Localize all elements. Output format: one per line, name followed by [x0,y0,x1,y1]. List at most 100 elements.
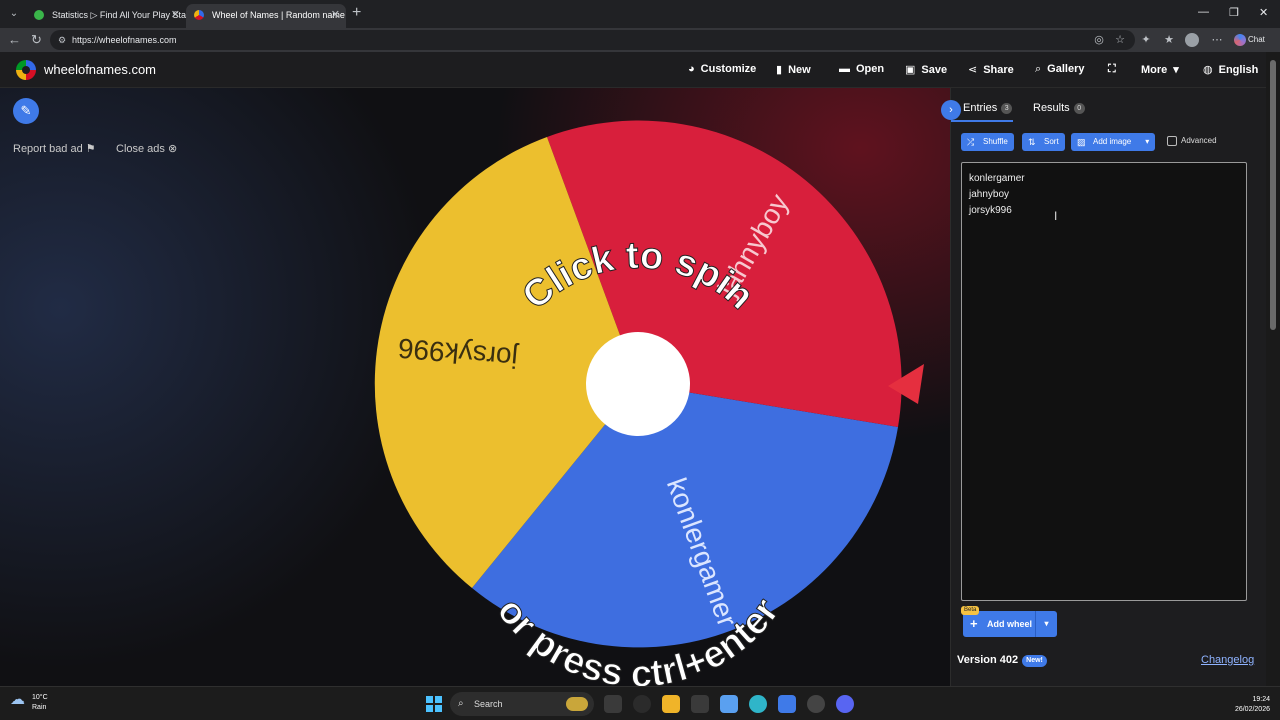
add-image-label: Add image [1093,137,1132,146]
entries-textarea[interactable]: konlergamer jahnyboy jorsyk996 Ι [961,162,1247,601]
tab-results[interactable]: Results 0 [1033,102,1085,114]
scrollbar-thumb[interactable] [1270,60,1276,330]
entries-panel: › Entries 3 Results 0 ⤮ Shuffle ⇅ Sort ▨ Add … [941,88,1266,686]
bookmark-star-icon[interactable]: ☆ [1113,33,1127,47]
save-button[interactable]: ▣ Save [905,63,947,76]
tab-title: Statistics ▷ Find All Your Play Stat [52,10,186,20]
settings-gear-icon[interactable] [807,695,825,713]
fullscreen-icon[interactable]: ⛶ [1108,63,1116,76]
report-bad-ad-link[interactable]: Report bad ad ⚑ [13,142,96,155]
language-button[interactable]: ◍ English [1203,63,1258,76]
menu-dots-icon[interactable]: ⋯ [1210,33,1224,47]
customize-label: Customize [700,63,757,75]
wheel-stage: konlergamer jahnyboy jorsyk996 Click to … [0,88,950,686]
add-wheel-button[interactable]: + Add wheel ▾ [963,611,1057,637]
add-image-button[interactable]: ▨ Add image ▾ [1071,133,1156,151]
copilot-chat-button[interactable]: Chat [1232,31,1276,49]
address-toolbar: ← ↻ ⚙ https://wheelofnames.com ◎ ☆ ✦ ★ ⋯… [0,28,1280,52]
browser-tab-wheel-of-names[interactable]: Wheel of Names | Random name p ✕ [186,4,346,28]
hide-icon[interactable]: ◎ [1092,33,1106,47]
windows-taskbar: ☁ 10°C Rain ⌕ Search 19:24 26/02/2026 [0,686,1280,720]
maximize-icon[interactable]: ❐ [1229,6,1239,19]
entry-line[interactable]: jahnyboy [969,187,1239,203]
language-label: English [1218,64,1259,76]
clock-time: 19:24 [1252,696,1270,703]
clock-date: 26/02/2026 [1234,706,1270,713]
close-tab-icon[interactable]: ✕ [171,4,180,26]
shuffle-button[interactable]: ⤮ Shuffle [961,133,1014,151]
url-text: https://wheelofnames.com [72,35,177,45]
sort-button[interactable]: ⇅ Sort [1022,133,1065,151]
site-info-icon[interactable]: ⚙ [58,30,66,50]
close-circle-icon: ⊗ [167,143,178,155]
more-button[interactable]: More ▾ [1141,63,1179,76]
extensions-icon[interactable]: ✦ [1139,33,1153,47]
profile-avatar[interactable] [1185,33,1199,47]
advanced-checkbox[interactable]: Advanced [1167,136,1217,146]
results-count-badge: 0 [1073,103,1085,114]
active-tab-indicator [951,120,1013,122]
minimize-icon[interactable]: — [1198,6,1209,18]
shuffle-label: Shuffle [983,137,1008,146]
tab-title: Wheel of Names | Random name p [212,10,346,20]
discord-icon[interactable] [836,695,854,713]
file-explorer-icon[interactable] [662,695,680,713]
vscode-icon[interactable] [720,695,738,713]
back-icon[interactable]: ← [8,32,21,47]
media-player-icon[interactable] [633,695,651,713]
entry-line[interactable]: jorsyk996 [969,203,1239,219]
folder-icon: ▬ [839,63,850,75]
site-header: wheelofnames.com ◕ Customize ▮ New ▬ Open ▣… [0,52,1266,88]
entries-count-badge: 3 [1001,103,1013,114]
checkbox-box[interactable] [1167,136,1177,146]
tab-favicon-icon [34,10,44,20]
task-view-icon[interactable] [604,695,622,713]
gallery-label: Gallery [1047,63,1085,75]
store-icon[interactable] [691,695,709,713]
tab-search-icon[interactable]: ⌄ [6,6,22,22]
new-button[interactable]: ▮ New [776,63,811,76]
chevron-down-icon[interactable]: ▾ [1035,611,1057,637]
collapse-panel-icon[interactable]: › [941,100,961,120]
wheel-svg[interactable]: konlergamer jahnyboy jorsyk996 Click to … [0,88,950,686]
address-bar[interactable]: ⚙ https://wheelofnames.com [50,30,1135,50]
browser-tab-statistics[interactable]: Statistics ▷ Find All Your Play Stat ✕ [26,4,186,28]
chevron-down-icon: ▾ [1145,137,1150,146]
chat-label: Chat [1248,35,1265,44]
gallery-button[interactable]: ⌕ Gallery [1035,63,1084,76]
windows-start-icon[interactable] [426,696,442,712]
close-ads-link[interactable]: Close ads ⊗ [116,142,177,155]
notepad-icon[interactable] [778,695,796,713]
palette-icon: ◕ [688,63,695,75]
wheel-center-hub[interactable] [586,332,690,436]
copilot-icon [1234,34,1246,46]
favorites-icon[interactable]: ★ [1162,33,1176,47]
close-ads-label: Close ads [116,143,165,155]
new-tab-icon[interactable]: + [352,4,361,22]
wheelofnames-logo[interactable] [16,60,36,80]
taskbar-search[interactable]: ⌕ Search [450,692,594,716]
advanced-label: Advanced [1181,136,1217,145]
share-button[interactable]: ⋖ Share [968,63,1014,76]
open-button[interactable]: ▬ Open [839,63,884,75]
search-icon: ⌕ [1035,63,1042,75]
reload-icon[interactable]: ↻ [31,32,42,48]
site-name[interactable]: wheelofnames.com [44,62,156,77]
entry-line[interactable]: konlergamer [969,171,1239,187]
close-window-icon[interactable]: ✕ [1259,6,1268,19]
share-icon: ⋖ [968,64,978,76]
system-clock[interactable]: 19:24 26/02/2026 [1222,695,1270,715]
search-icon: ⌕ [458,698,464,709]
page-scrollbar[interactable] [1266,52,1280,686]
chevron-down-icon: ▾ [1173,64,1179,76]
changelog-link[interactable]: Changelog [1201,654,1254,666]
edge-browser-icon[interactable] [749,695,767,713]
weather-widget[interactable]: ☁ 10°C Rain [10,692,48,713]
edit-pencil-icon[interactable]: ✎ [13,98,39,124]
close-tab-icon[interactable]: ✕ [331,4,340,26]
customize-button[interactable]: ◕ Customize [688,63,756,75]
beta-badge: Beta [961,606,980,615]
tab-entries[interactable]: Entries 3 [963,102,1013,114]
weather-desc: Rain [32,704,47,711]
open-label: Open [856,63,885,75]
